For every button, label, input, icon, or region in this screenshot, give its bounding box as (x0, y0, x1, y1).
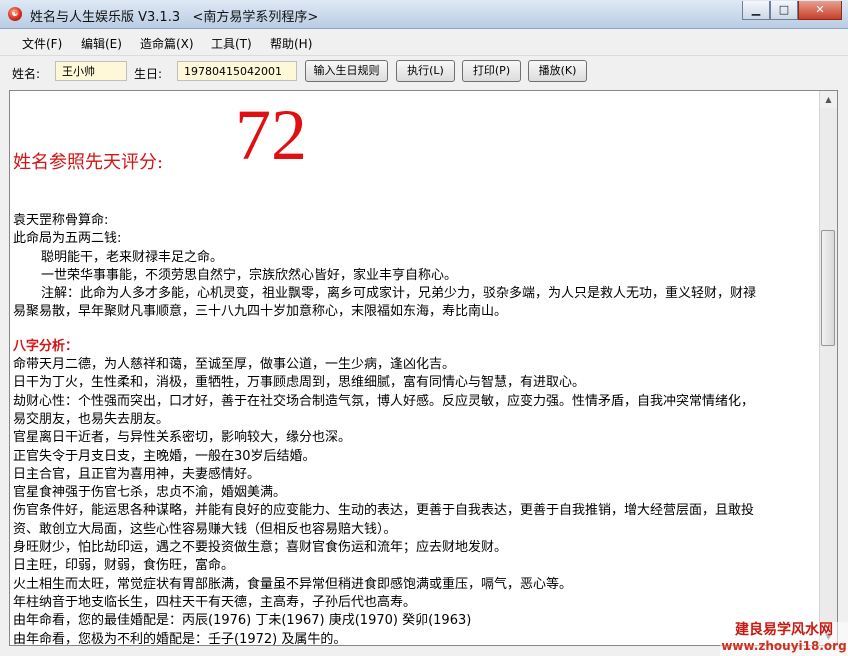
report-line: 此命局为五两二钱: (13, 231, 122, 247)
report-line: 伤官条件好，能运思各种谋略，并能有良好的应变能力、生动的表达，更善于自我表达，更… (13, 503, 755, 519)
report-line: 日干为丁火，生性柔和，消极，重牺牲，万事顾虑周到，思维细腻，富有同情心与智慧，有… (13, 375, 586, 391)
birthday-rules-button[interactable]: 输入生日规则 (305, 60, 388, 82)
score-value: 72 (235, 95, 307, 175)
vertical-scrollbar[interactable]: ▲ ▼ (819, 91, 837, 645)
report-line: 易交朋友，也易失去朋友。 (13, 411, 170, 427)
menu-tools[interactable]: 工具(T) (211, 35, 252, 52)
site-watermark: 建良易学风水网 www.zhouyi18.org (720, 622, 848, 656)
app-icon[interactable]: ☯ (8, 7, 22, 21)
name-label: 姓名: (12, 67, 41, 81)
report-line: 日主合官，且正官为喜用神，夫妻感情好。 (13, 466, 261, 482)
window-controls: ▁ □ ✕ (742, 1, 842, 20)
close-button[interactable]: ✕ (798, 1, 842, 20)
report-line: 劫财心性：个性强而突出，口才好，善于在社交场合制造气氛，博人好感。反应灵敏，应变… (13, 393, 755, 409)
report-line: 日主旺，印弱，财弱，食伤旺，富命。 (13, 558, 235, 574)
play-button[interactable]: 播放(K) (528, 60, 587, 82)
report-line: 一世荣华事事能，不须劳思自然宁，宗族欣然心皆好，家业丰亨自称心。 (41, 267, 458, 283)
report-line: 资、敢创立大局面，这些心性容易赚大钱（但相反也容易赔大钱）。 (13, 521, 397, 537)
report-line: 官星离日干近者，与异性关系密切，影响较大，缘分也深。 (13, 430, 352, 446)
window-title: 姓名与人生娱乐版 V3.1.3 <南方易学系列程序> (30, 10, 319, 25)
app-window: ☯ 姓名与人生娱乐版 V3.1.3 <南方易学系列程序> ▁ □ ✕ 文件(F)… (0, 0, 848, 656)
menu-bar: 文件(F) 编辑(E) 造命篇(X) 工具(T) 帮助(H) (0, 29, 848, 56)
report-line: 聪明能干，老来财禄丰足之命。 (41, 249, 224, 265)
menu-fate[interactable]: 造命篇(X) (140, 35, 194, 52)
birthday-label: 生日: (134, 67, 163, 81)
report-line: 易聚易散，早年聚财凡事顺意，三十八九四十岁加意称心，末限福如东海，寿比南山。 (13, 304, 508, 320)
print-button[interactable]: 打印(P) (462, 60, 521, 82)
report-line: 官星食神强于伤官七杀，忠贞不渝，婚姻美满。 (13, 485, 287, 501)
menu-edit[interactable]: 编辑(E) (81, 35, 122, 52)
watermark-url: www.zhouyi18.org (721, 639, 847, 653)
execute-button[interactable]: 执行(L) (396, 60, 455, 82)
minimize-button[interactable]: ▁ (742, 1, 770, 20)
report-line: 火土相生而太旺，常觉症状有胃部胀满，食量虽不异常但稍进食即感饱满或重压，嗝气，恶… (13, 576, 573, 592)
scroll-up-icon[interactable]: ▲ (820, 91, 837, 108)
scrollbar-thumb[interactable] (821, 230, 835, 346)
input-toolbar: 姓名: 王小帅 生日: 19780415042001 输入生日规则 执行(L) … (0, 56, 848, 88)
report-panel[interactable]: 姓名参照先天评分: 72 袁天罡称骨算命: 此命局为五两二钱: 聪明能干，老来财… (9, 90, 838, 646)
report-line: 年柱纳音于地支临长生，四柱天干有天德，主高寿，子孙后代也高寿。 (13, 594, 417, 610)
report-line: 由年命看，您的最佳婚配是：丙辰(1976) 丁未(1967) 庚戌(1970) … (13, 613, 472, 629)
report-line: 袁天罡称骨算命: (13, 213, 109, 228)
report-line: 注解：此命为人多才多能，心机灵变，祖业飘零，离乡可成家计，兄弟少力，驳杂多端，为… (41, 286, 757, 302)
birthday-input[interactable]: 19780415042001 (177, 61, 297, 81)
name-input[interactable]: 王小帅 (55, 61, 127, 81)
score-label: 姓名参照先天评分: (13, 152, 164, 173)
report-line: 由年命看，您极为不利的婚配是：壬子(1972) 及属牛的。 (13, 631, 347, 646)
report-lines: 袁天罡称骨算命: 此命局为五两二钱: 聪明能干，老来财禄丰足之命。 一世荣华事事… (13, 212, 816, 646)
maximize-button[interactable]: □ (770, 1, 798, 20)
title-bar[interactable]: ☯ 姓名与人生娱乐版 V3.1.3 <南方易学系列程序> ▁ □ ✕ (0, 0, 848, 29)
menu-file[interactable]: 文件(F) (22, 35, 62, 52)
menu-help[interactable]: 帮助(H) (270, 35, 312, 52)
report-line: 身旺财少，怕比劫印运，遇之不要投资做生意；喜财官食伤运和流年；应去财地发财。 (13, 540, 508, 556)
section-heading-bazi: 八字分析： (13, 338, 79, 354)
report-line: 正官失令于月支日支，主晚婚，一般在30岁后结婚。 (13, 448, 316, 464)
report-line: 命带天月二德，为人慈祥和蔼，至诚至厚，做事公道，一生少病，逢凶化吉。 (13, 357, 456, 373)
watermark-title: 建良易学风水网 (735, 622, 833, 638)
